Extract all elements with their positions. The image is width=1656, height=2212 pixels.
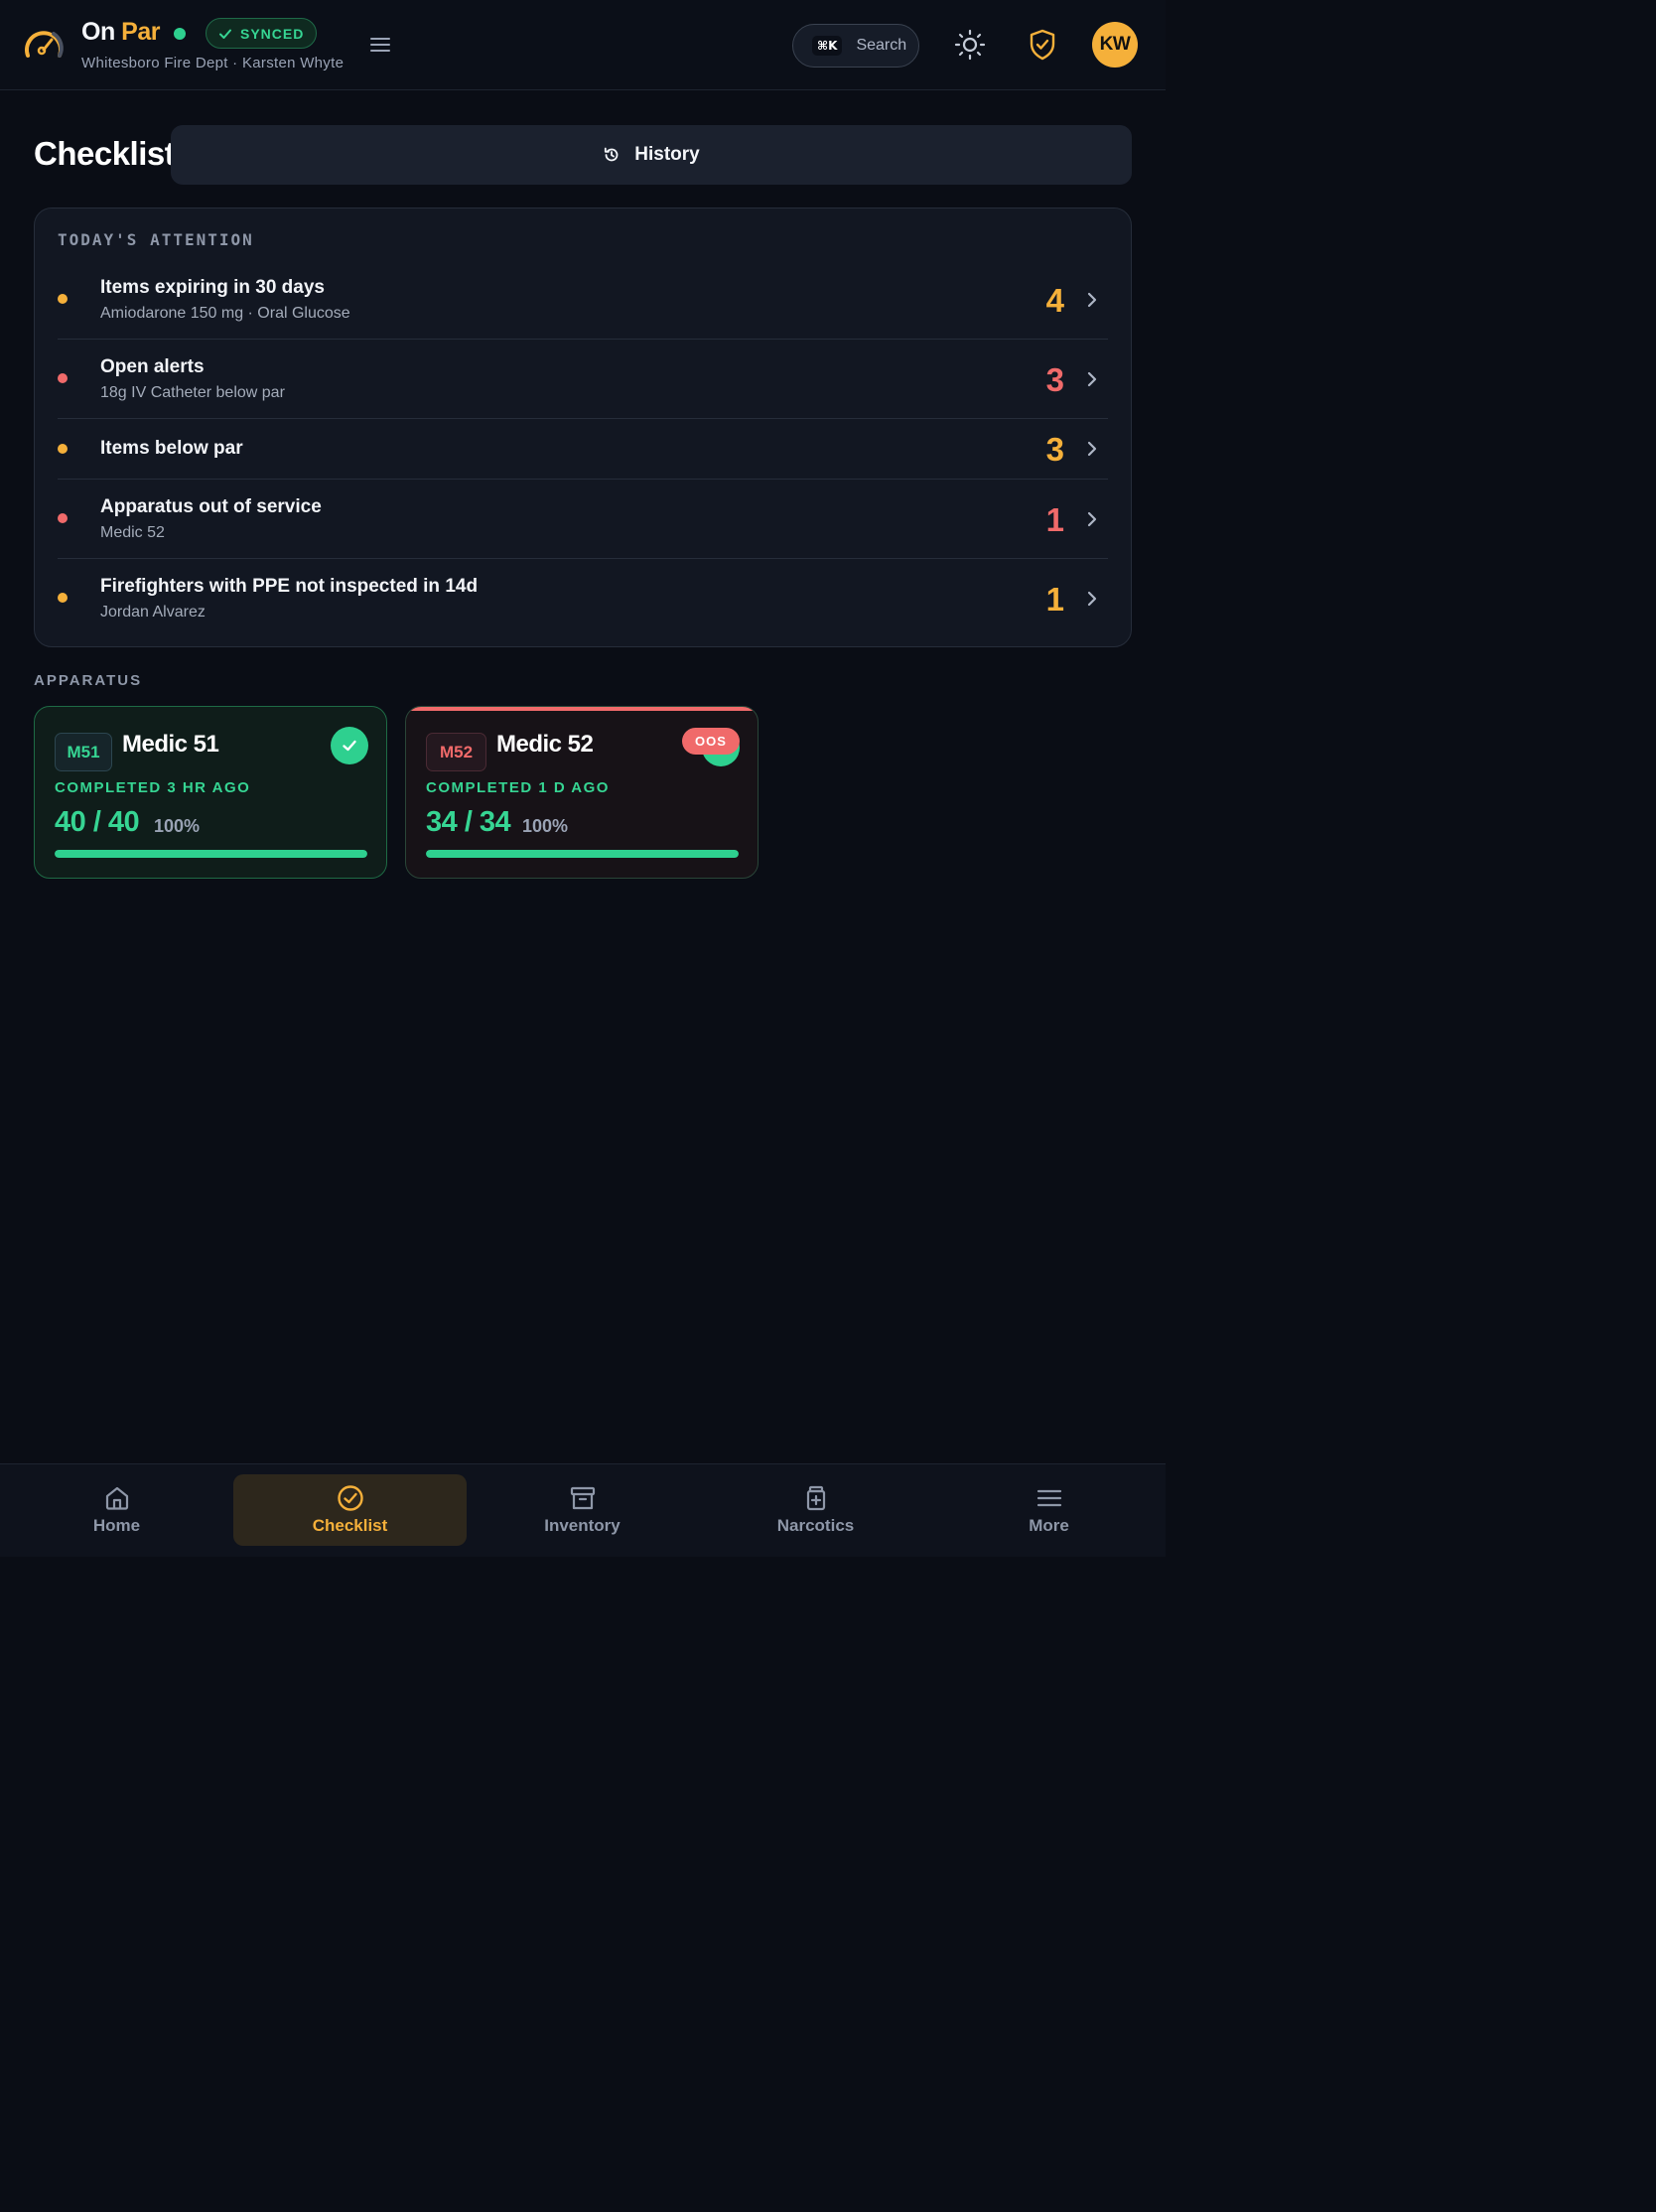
out-of-service-stripe xyxy=(406,707,758,711)
nav-label: Home xyxy=(92,1516,141,1535)
app-brand[interactable]: On Par xyxy=(81,18,160,47)
sync-status-label: SYNCED xyxy=(240,25,305,42)
attention-title: Items below par xyxy=(100,438,243,459)
chevron-right-icon xyxy=(1087,591,1097,607)
nav-label: Narcotics xyxy=(776,1516,855,1535)
todays-attention-panel: TODAY'S ATTENTION Items expiring in 30 d… xyxy=(34,207,1132,647)
attention-subtitle: 18g IV Catheter below par xyxy=(100,384,285,401)
chevron-right-icon xyxy=(1087,511,1097,527)
attention-heading: TODAY'S ATTENTION xyxy=(58,230,254,249)
progress-bar xyxy=(426,850,739,858)
progress-bar xyxy=(55,850,367,858)
top-bar: On Par SYNCED Whitesboro Fire Dept · Kar… xyxy=(0,0,1166,90)
nav-checklist[interactable]: Checklist xyxy=(233,1474,467,1546)
attention-title: Open alerts xyxy=(100,356,205,377)
status-dot xyxy=(58,593,68,603)
shield-check-icon[interactable] xyxy=(1027,28,1058,62)
nav-more[interactable]: More xyxy=(932,1474,1166,1546)
brand-word-2: Par xyxy=(121,18,160,46)
attention-count: 3 xyxy=(1045,361,1064,398)
attention-count: 3 xyxy=(1045,431,1064,468)
search-button[interactable]: ⌘K Search xyxy=(792,24,919,68)
completion-percent: 100% xyxy=(522,816,569,836)
medicine-icon xyxy=(806,1485,825,1511)
apparatus-code-badge: M52 xyxy=(426,733,486,771)
online-indicator xyxy=(174,28,186,40)
nav-label: More xyxy=(1029,1516,1069,1535)
brand-word-1: On xyxy=(81,18,115,46)
attention-subtitle: Medic 52 xyxy=(100,524,165,541)
attention-row-ppe[interactable]: Firefighters with PPE not inspected in 1… xyxy=(58,559,1108,638)
archive-icon xyxy=(570,1486,595,1510)
status-dot xyxy=(58,373,68,383)
chevron-right-icon xyxy=(1087,292,1097,308)
history-label: History xyxy=(634,144,700,165)
check-icon xyxy=(219,29,231,39)
apparatus-heading: APPARATUS xyxy=(34,672,143,689)
checklist-icon xyxy=(337,1485,363,1511)
progress-fill xyxy=(55,850,367,858)
department-user-subtitle: Whitesboro Fire Dept · Karsten Whyte xyxy=(81,55,345,71)
search-shortcut: ⌘K xyxy=(812,36,843,56)
attention-subtitle: Amiodarone 150 mg · Oral Glucose xyxy=(100,305,350,322)
item-count: 34 / 34 xyxy=(426,806,511,838)
attention-title: Apparatus out of service xyxy=(100,496,322,517)
status-dot xyxy=(58,294,68,304)
apparatus-code-badge: M51 xyxy=(55,733,112,771)
history-button[interactable]: History xyxy=(171,125,1132,185)
apparatus-name: Medic 51 xyxy=(122,731,219,758)
attention-row-expiring[interactable]: Items expiring in 30 days Amiodarone 150… xyxy=(58,260,1108,340)
status-dot xyxy=(58,513,68,523)
attention-subtitle: Jordan Alvarez xyxy=(100,604,206,621)
apparatus-card-medic-52[interactable]: M52 Medic 52 OOS COMPLETED 1 D AGO 34 / … xyxy=(405,706,759,879)
attention-row-out-of-service[interactable]: Apparatus out of service Medic 52 1 xyxy=(58,480,1108,559)
item-count: 40 / 40 xyxy=(55,806,140,838)
completion-percent: 100% xyxy=(154,816,201,836)
user-avatar[interactable]: KW xyxy=(1092,22,1138,68)
attention-row-below-par[interactable]: Items below par 3 xyxy=(58,419,1108,480)
attention-count: 4 xyxy=(1045,282,1064,319)
chevron-right-icon xyxy=(1087,441,1097,457)
sync-status-badge: SYNCED xyxy=(206,18,318,49)
completion-status: COMPLETED 3 HR AGO xyxy=(55,779,251,796)
apparatus-card-medic-51[interactable]: M51 Medic 51 COMPLETED 3 HR AGO 40 / 40 … xyxy=(34,706,387,879)
nav-label: Inventory xyxy=(544,1516,621,1535)
attention-row-open-alerts[interactable]: Open alerts 18g IV Catheter below par 3 xyxy=(58,340,1108,419)
progress-fill xyxy=(426,850,739,858)
attention-count: 1 xyxy=(1045,501,1064,538)
hamburger-menu-icon[interactable] xyxy=(367,32,393,58)
attention-title: Firefighters with PPE not inspected in 1… xyxy=(100,576,479,597)
status-dot xyxy=(58,444,68,454)
complete-check-icon xyxy=(331,727,368,764)
nav-home[interactable]: Home xyxy=(0,1474,233,1546)
apparatus-name: Medic 52 xyxy=(496,731,594,758)
menu-icon xyxy=(1036,1489,1061,1507)
attention-count: 1 xyxy=(1045,581,1064,618)
search-label: Search xyxy=(856,37,907,54)
completion-status: COMPLETED 1 D AGO xyxy=(426,779,610,796)
out-of-service-badge: OOS xyxy=(682,728,740,755)
bottom-navigation: Home Checklist Inventory Narcotics More xyxy=(0,1463,1166,1557)
page-title: Checklist xyxy=(34,135,176,172)
sun-theme-icon[interactable] xyxy=(953,28,987,62)
nav-label: Checklist xyxy=(312,1516,388,1535)
home-icon xyxy=(105,1486,128,1510)
gauge-logo-icon xyxy=(25,31,64,58)
attention-title: Items expiring in 30 days xyxy=(100,277,325,298)
nav-inventory[interactable]: Inventory xyxy=(466,1474,699,1546)
history-icon xyxy=(605,147,619,162)
nav-narcotics[interactable]: Narcotics xyxy=(699,1474,932,1546)
chevron-right-icon xyxy=(1087,371,1097,387)
